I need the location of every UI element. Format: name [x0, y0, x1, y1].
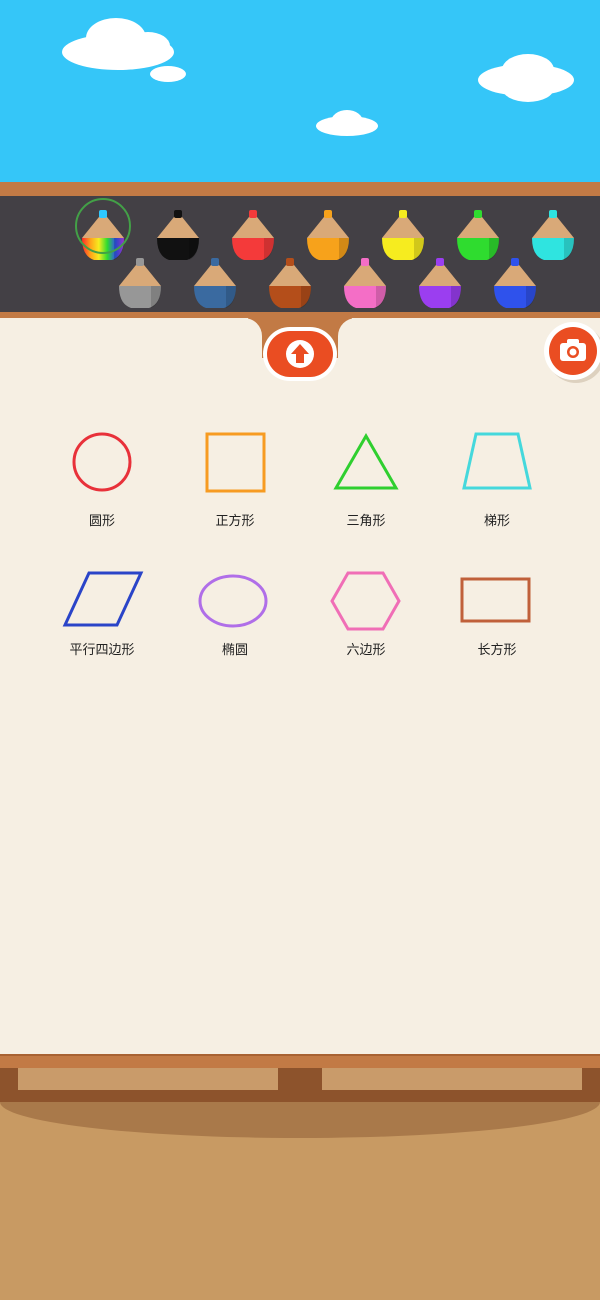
pencil-purple[interactable]: [415, 254, 465, 310]
pencil-gray[interactable]: [115, 254, 165, 310]
sky-background: [0, 0, 600, 182]
shape-label: 梯形: [483, 514, 510, 529]
pencil-pink[interactable]: [340, 254, 390, 310]
shape-label: 圆形: [88, 514, 115, 529]
color-pencil-tray: [0, 196, 600, 312]
shape-square[interactable]: 正方形: [170, 426, 300, 536]
upload-button[interactable]: [263, 327, 337, 381]
shape-label: 三角形: [346, 514, 386, 529]
parallelogram-icon: [62, 571, 144, 627]
square-icon: [205, 432, 266, 493]
pencil-steel-blue[interactable]: [190, 254, 240, 310]
shape-parallelogram[interactable]: 平行四边形: [37, 565, 167, 675]
hexagon-icon: [330, 571, 401, 631]
shape-hexagon[interactable]: 六边形: [301, 565, 431, 675]
shape-triangle[interactable]: 三角形: [301, 426, 431, 536]
shape-trapezoid[interactable]: 梯形: [432, 426, 562, 536]
shape-rectangle[interactable]: 长方形: [432, 565, 562, 675]
triangle-icon: [333, 432, 399, 490]
selected-indicator: [75, 198, 131, 254]
pencil-blue[interactable]: [490, 254, 540, 310]
ellipse-icon: [198, 574, 268, 628]
shape-label: 平行四边形: [69, 643, 135, 658]
shape-label: 椭圆: [221, 643, 248, 658]
shape-label: 六边形: [346, 643, 386, 658]
cloud-decoration: [478, 54, 574, 102]
paper-edge-left: [0, 318, 262, 358]
camera-icon: [560, 339, 586, 361]
camera-button[interactable]: [544, 322, 600, 380]
pencil-brown[interactable]: [265, 254, 315, 310]
easel-slot-left: [18, 1068, 278, 1090]
circle-icon: [72, 432, 132, 492]
arrow-up-circle-icon: [286, 340, 314, 368]
shape-circle[interactable]: 圆形: [37, 426, 167, 536]
shape-label: 正方形: [215, 514, 255, 529]
shape-ellipse[interactable]: 椭圆: [170, 565, 300, 675]
rectangle-icon: [460, 577, 531, 623]
shape-label: 长方形: [477, 643, 517, 658]
cloud-decoration: [316, 110, 378, 136]
easel-slot-right: [322, 1068, 582, 1090]
trapezoid-icon: [462, 432, 532, 490]
floor-shadow: [0, 1102, 600, 1138]
cloud-decoration: [150, 66, 186, 82]
